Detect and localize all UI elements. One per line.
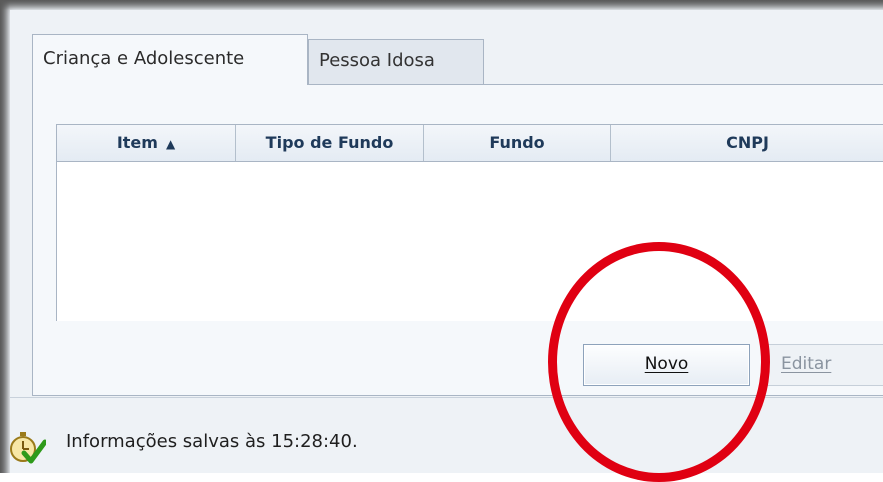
editar-button[interactable]: Editar	[766, 344, 883, 386]
column-header-item[interactable]: Item ▲	[57, 125, 236, 161]
table-body	[57, 162, 883, 321]
tab-crianca-adolescente[interactable]: Criança e Adolescente	[32, 34, 308, 85]
novo-button[interactable]: Novo	[583, 344, 750, 386]
tab-pessoa-idosa[interactable]: Pessoa Idosa	[308, 39, 484, 84]
window-shadow-top	[0, 0, 883, 10]
window-shadow-left	[0, 0, 10, 473]
stopwatch-check-icon	[10, 432, 46, 464]
table-header: Item ▲ Tipo de Fundo Fundo CNPJ	[57, 125, 883, 162]
fundos-table[interactable]: Item ▲ Tipo de Fundo Fundo CNPJ	[56, 124, 883, 321]
tab-label: Pessoa Idosa	[319, 50, 435, 71]
column-header-fundo[interactable]: Fundo	[424, 125, 611, 161]
column-header-tipo-de-fundo[interactable]: Tipo de Fundo	[236, 125, 424, 161]
status-message: Informações salvas às 15:28:40.	[66, 431, 358, 452]
tab-label: Criança e Adolescente	[43, 48, 245, 69]
column-header-cnpj[interactable]: CNPJ	[611, 125, 883, 161]
sort-ascending-icon: ▲	[165, 137, 176, 151]
